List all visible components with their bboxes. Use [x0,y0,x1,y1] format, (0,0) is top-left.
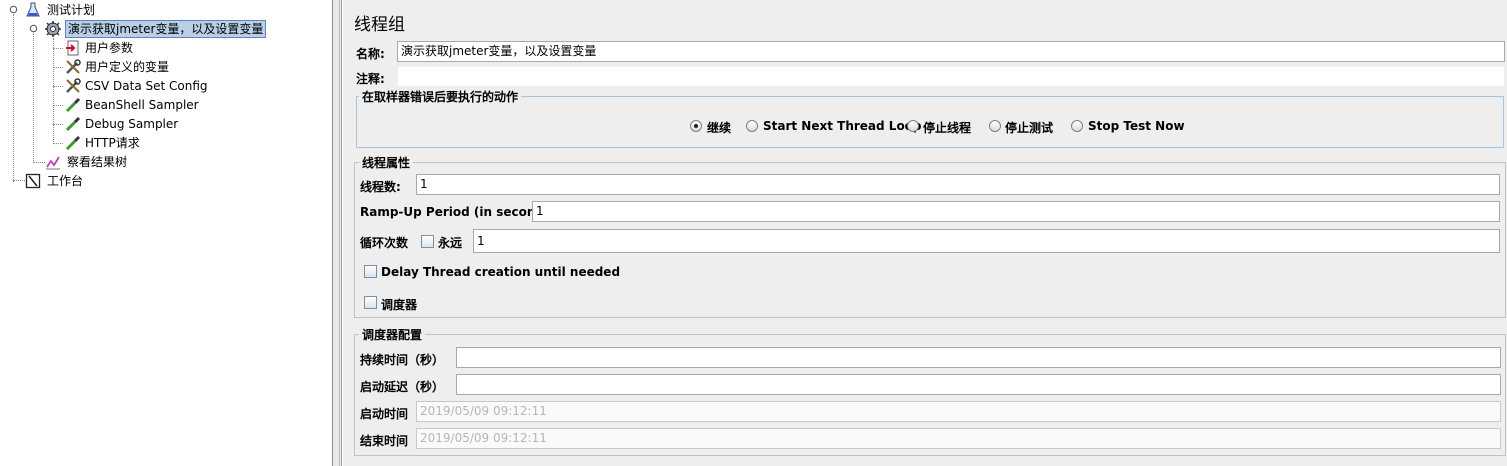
name-label: 名称: [356,47,385,61]
tree-item-results-tree[interactable]: 察看结果树 [45,153,129,171]
thread-properties-group-title: 线程属性 [359,156,414,170]
tree-item-label: 演示获取jmeter变量，以及设置变量 [65,20,267,38]
tree-connector [13,14,14,182]
expand-toggle-icon[interactable] [29,24,38,33]
threads-input[interactable]: 1 [416,174,1500,195]
tree-connector [53,86,63,87]
wrench-icon [66,59,81,74]
end-time-input[interactable]: 2019/05/09 09:12:11 [416,428,1501,449]
thread-group-panel: 线程组 名称: 演示获取jmeter变量，以及设置变量 注释: 在取样器错误后要… [343,0,1507,466]
radio-continue[interactable] [690,120,702,132]
tree-item-label: HTTP请求 [85,136,140,150]
name-field[interactable]: 演示获取jmeter变量，以及设置变量 [397,41,1505,62]
tree-item-label: Debug Sampler [85,117,179,131]
comment-label: 注释: [356,72,385,86]
forever-checkbox[interactable] [421,235,434,248]
user-params-icon [66,40,79,56]
loop-count-label: 循环次数 [360,236,409,250]
tree-item-label: CSV Data Set Config [85,79,208,93]
tree-item-debug-sampler[interactable]: Debug Sampler [65,115,180,133]
tree-item-test-plan[interactable]: 测试计划 [25,1,97,19]
radio-start-next-loop[interactable] [746,120,758,132]
tree-connector [53,143,63,144]
tree-connector [33,33,34,163]
pipette-icon [65,135,81,151]
delay-thread-label[interactable]: Delay Thread creation until needed [381,265,620,279]
radio-continue-label[interactable]: 继续 [707,119,731,136]
radio-stop-test[interactable] [989,120,1001,132]
scheduler-label[interactable]: 调度器 [381,296,417,313]
forever-label[interactable]: 永远 [438,234,462,251]
start-time-input[interactable]: 2019/05/09 09:12:11 [416,401,1501,422]
tree-item-label: 工作台 [47,174,84,188]
tree-connector [53,105,63,106]
tree-item-label: 用户参数 [85,41,134,55]
radio-stop-test-label[interactable]: 停止测试 [1005,119,1053,136]
tree-item-user-vars[interactable]: 用户定义的变量 [65,58,171,76]
page-title: 线程组 [354,15,405,35]
tree-connector [53,48,63,49]
flask-icon [26,2,40,17]
workbench-icon [25,173,41,189]
splitter-grip [339,0,341,466]
duration-input[interactable] [456,347,1501,368]
tree-connector [53,124,63,125]
tree-item-user-params[interactable]: 用户参数 [65,39,135,57]
error-action-group-title: 在取样器错误后要执行的动作 [359,90,522,104]
radio-stop-thread-label[interactable]: 停止线程 [923,119,971,136]
startup-delay-input[interactable] [456,374,1501,395]
tree-connector [53,38,54,144]
radio-start-next-loop-label[interactable]: Start Next Thread Loop [763,119,922,133]
tree-item-http-request[interactable]: HTTP请求 [65,134,142,152]
wrench-icon [66,78,81,93]
tree-connector [53,67,63,68]
split-pane-divider[interactable] [332,0,342,466]
scheduler-checkbox[interactable] [364,296,377,309]
tree-item-label: 用户定义的变量 [85,60,170,74]
tree-item-thread-group[interactable]: 演示获取jmeter变量，以及设置变量 [45,20,267,38]
startup-delay-label: 启动延迟（秒） [360,380,445,394]
duration-label: 持续时间（秒） [360,353,445,367]
expand-toggle-icon[interactable] [9,5,18,14]
radio-stop-test-now-label[interactable]: Stop Test Now [1088,119,1185,133]
graph-icon [46,156,60,170]
tree-item-csv-config[interactable]: CSV Data Set Config [65,77,210,95]
tree-connector [33,162,45,163]
pipette-icon [65,116,81,132]
tree-connector [13,180,25,181]
tree-item-workbench[interactable]: 工作台 [25,172,85,190]
test-plan-tree[interactable]: 测试计划 演示获取jmeter变量，以及设置变量 用户参数 用户定义的变量 CS… [0,0,332,466]
radio-stop-test-now[interactable] [1071,120,1083,132]
tree-item-beanshell-sampler[interactable]: BeanShell Sampler [65,96,201,114]
tree-item-label: BeanShell Sampler [85,98,199,112]
end-time-label: 结束时间 [360,434,409,448]
delay-thread-checkbox[interactable] [364,265,377,278]
scheduler-config-group-title: 调度器配置 [359,328,426,342]
threads-label: 线程数: [360,180,401,194]
tree-item-label: 察看结果树 [67,155,128,169]
gear-icon [45,21,61,37]
comment-field[interactable] [397,66,1505,87]
loop-count-input[interactable]: 1 [473,229,1500,253]
start-time-label: 启动时间 [360,407,409,421]
pipette-icon [65,97,81,113]
radio-stop-thread[interactable] [907,120,919,132]
tree-item-label: 测试计划 [47,3,96,17]
rampup-input[interactable]: 1 [532,201,1500,222]
